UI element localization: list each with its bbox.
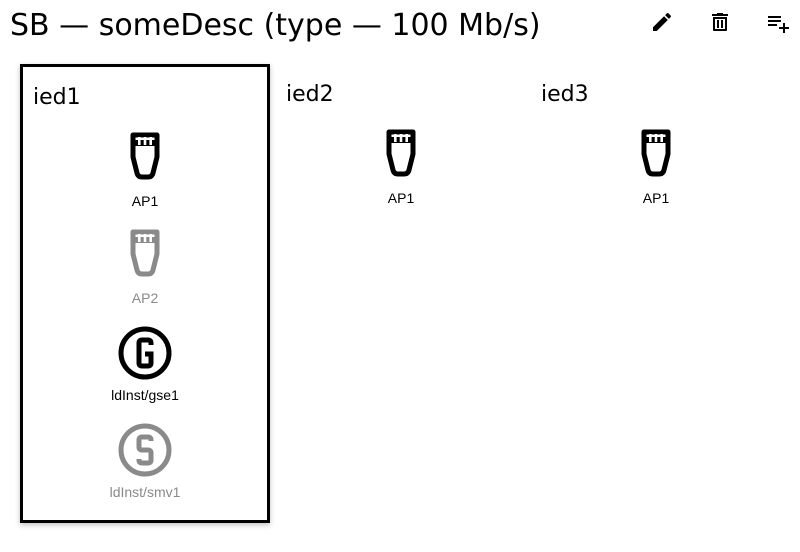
trash-icon bbox=[712, 13, 728, 31]
ethernet-plug-icon bbox=[641, 129, 671, 177]
ied-card-ied3[interactable]: ied3 AP1 bbox=[531, 64, 781, 523]
subnetwork-header: SB — someDesc (type — 100 Mb/s) bbox=[0, 0, 800, 56]
ied-name: ied2 bbox=[286, 82, 334, 107]
delete-button[interactable] bbox=[708, 10, 732, 34]
item-label: AP1 bbox=[131, 193, 159, 209]
pencil-icon bbox=[653, 12, 672, 32]
ied-name: ied3 bbox=[541, 82, 589, 107]
ethernet-plug-icon bbox=[386, 129, 416, 177]
ied-name: ied1 bbox=[33, 85, 81, 110]
ethernet-plug-icon bbox=[130, 229, 160, 277]
smv-item[interactable]: ldInst/smv1 bbox=[23, 422, 267, 512]
smv-s-icon bbox=[118, 423, 172, 477]
ethernet-plug-icon bbox=[130, 132, 160, 180]
subnetwork-title: SB — someDesc (type — 100 Mb/s) bbox=[10, 8, 541, 43]
access-point-item[interactable]: AP1 bbox=[276, 128, 526, 218]
item-label: ldInst/gse1 bbox=[111, 387, 179, 403]
ied-card-ied1[interactable]: ied1 AP1 AP2 ldInst/gse1 ldInst/smv1 bbox=[20, 64, 270, 523]
goose-g-icon bbox=[118, 326, 172, 380]
access-point-item[interactable]: AP1 bbox=[531, 128, 781, 218]
access-point-item[interactable]: AP2 bbox=[23, 228, 267, 318]
access-point-item[interactable]: AP1 bbox=[23, 131, 267, 221]
item-label: AP1 bbox=[387, 190, 415, 206]
item-label: AP2 bbox=[131, 290, 159, 306]
gse-item[interactable]: ldInst/gse1 bbox=[23, 325, 267, 415]
add-button[interactable] bbox=[766, 10, 790, 34]
edit-button[interactable] bbox=[650, 10, 674, 34]
item-label: AP1 bbox=[642, 190, 670, 206]
header-actions bbox=[650, 10, 790, 34]
item-label: ldInst/smv1 bbox=[109, 484, 181, 500]
playlist-add-icon bbox=[768, 16, 789, 33]
ied-card-ied2[interactable]: ied2 AP1 bbox=[276, 64, 526, 523]
subnetwork-page: SB — someDesc (type — 100 Mb/s) ied1 AP1… bbox=[0, 0, 800, 552]
